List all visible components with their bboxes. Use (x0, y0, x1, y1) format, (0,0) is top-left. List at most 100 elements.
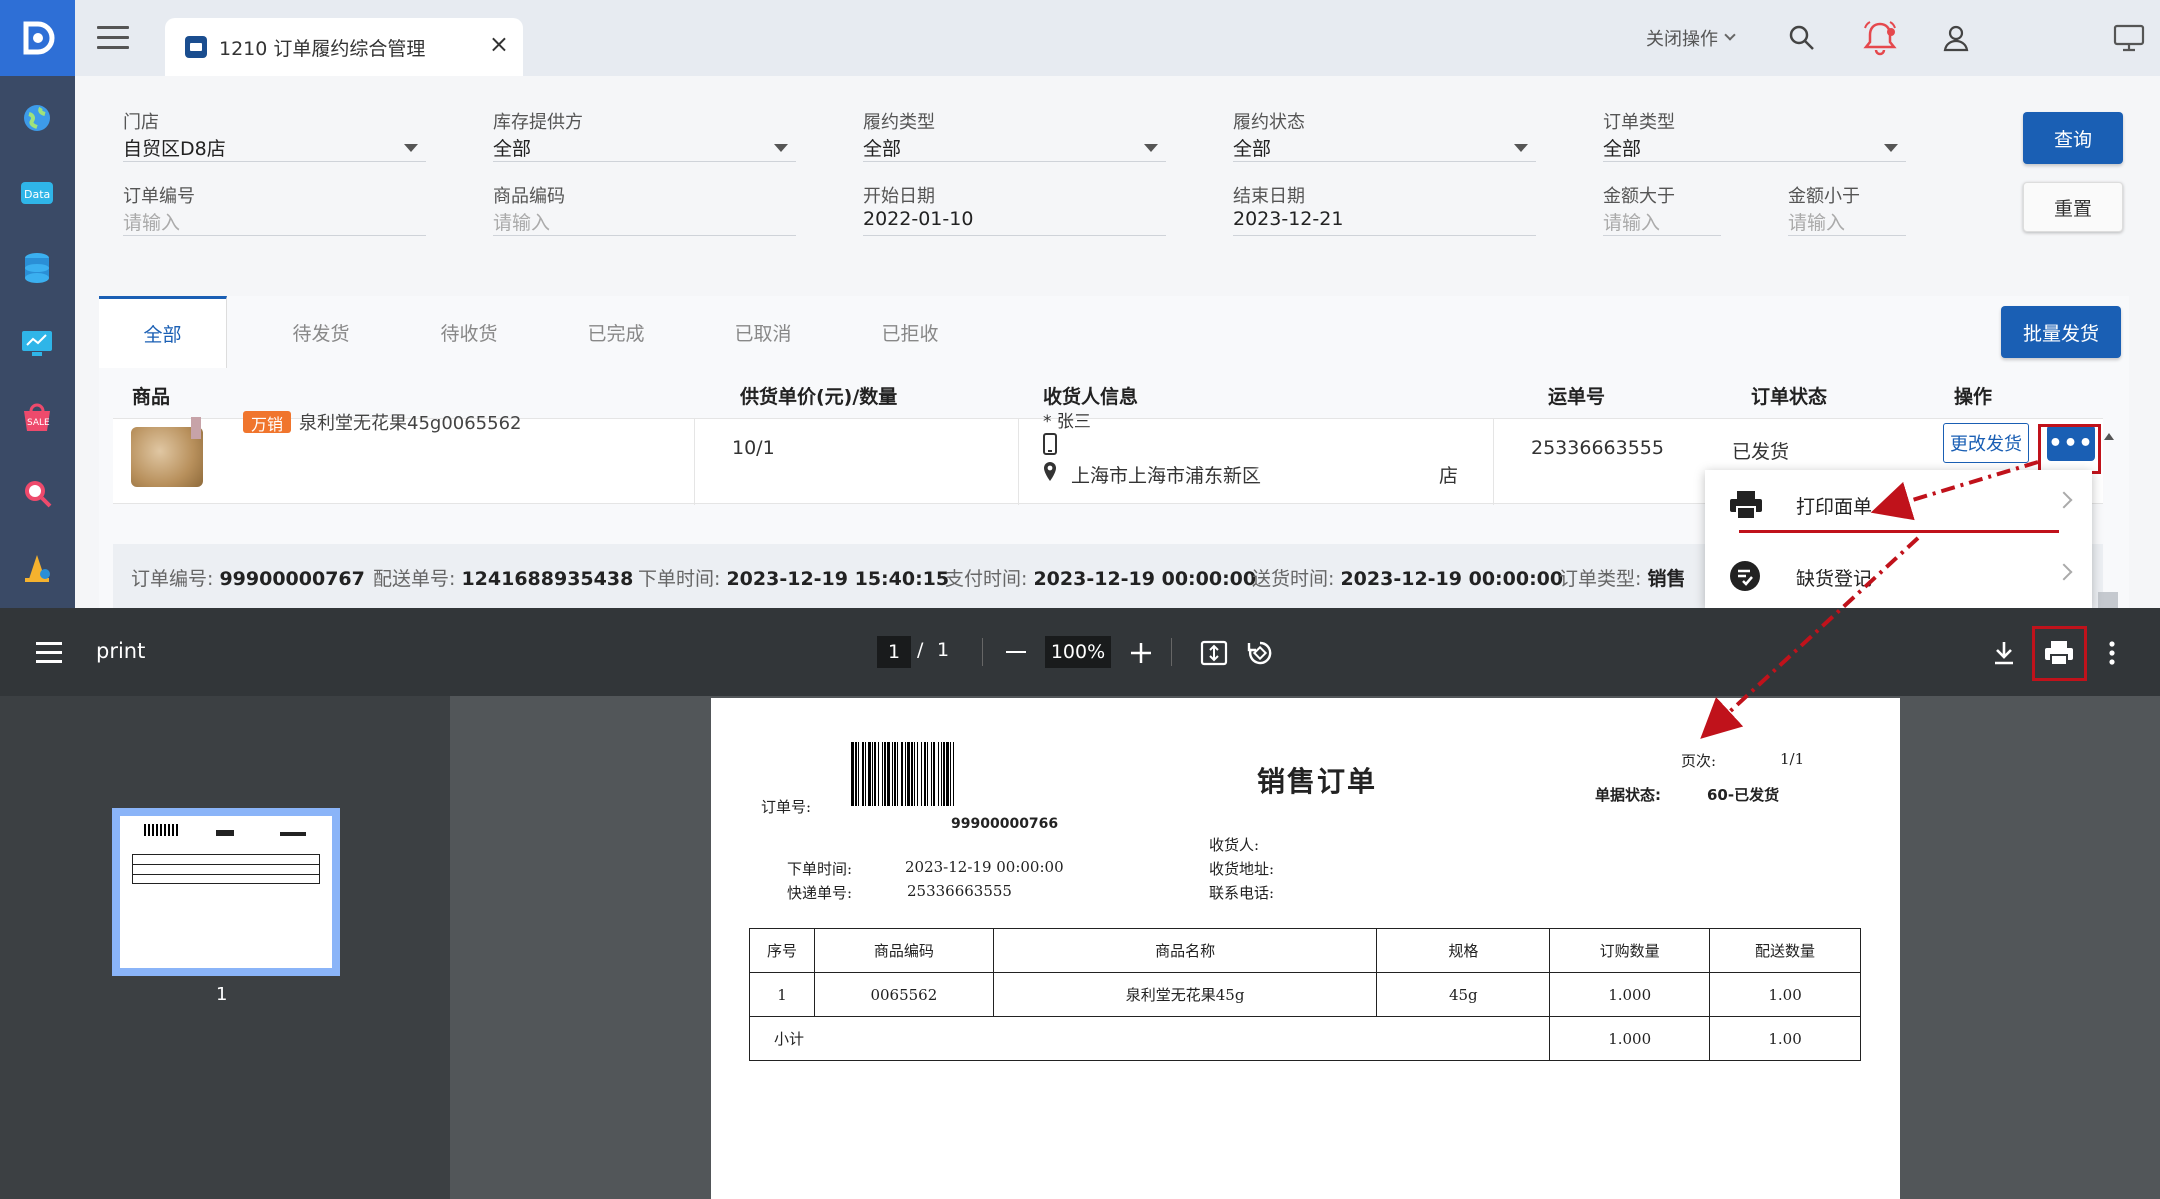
rotate-icon[interactable] (1246, 639, 1274, 667)
order-no-label: 订单编号 (123, 186, 195, 207)
monitor-chart-icon[interactable] (15, 321, 59, 365)
monitor-icon[interactable] (2098, 0, 2160, 76)
change-ship-button[interactable]: 更改发货 (1943, 423, 2029, 463)
amount-lt-field[interactable]: 金额小于 请输入 (1788, 182, 1906, 236)
fit-page-icon[interactable] (1200, 640, 1228, 666)
info-order-type: 销售 (1647, 568, 1686, 590)
table-row: 1 0065562 泉利堂无花果45g 45g 1.000 1.00 (749, 972, 1861, 1017)
col-waybill: 运单号 (1548, 386, 1606, 408)
end-date-label: 结束日期 (1233, 186, 1305, 207)
end-date-field[interactable]: 结束日期 2023-12-21 (1233, 182, 1536, 236)
reset-button[interactable]: 重置 (2023, 182, 2123, 232)
order-type-select[interactable]: 订单类型 全部 (1603, 108, 1906, 162)
amount-gt-label: 金额大于 (1603, 186, 1675, 207)
tab-close-icon[interactable]: × (489, 30, 509, 58)
order-type-value[interactable]: 全部 (1603, 134, 1906, 162)
supplier-select[interactable]: 库存提供方 全部 (493, 108, 796, 162)
more-options-icon[interactable] (2108, 640, 2116, 666)
sku-field[interactable]: 商品编码 请输入 (493, 182, 796, 236)
fulfill-type-label: 履约类型 (863, 112, 935, 133)
end-date-input[interactable]: 2023-12-21 (1233, 208, 1536, 236)
fulfill-status-select[interactable]: 履约状态 全部 (1233, 108, 1536, 162)
phone-icon (1043, 433, 1057, 455)
fulfill-type-select[interactable]: 履约类型 全部 (863, 108, 1166, 162)
tab-order-management[interactable]: 1210 订单履约综合管理 × (165, 18, 523, 76)
info-pay-time: 2023-12-19 00:00:00 (1033, 568, 1257, 590)
thumbnail-page (120, 816, 332, 968)
search-icon[interactable] (1788, 0, 1816, 76)
globe-icon[interactable] (15, 96, 59, 140)
left-nav: Data SALE (0, 0, 75, 608)
zoom-out-icon[interactable] (1006, 651, 1026, 653)
data-icon[interactable]: Data (15, 171, 59, 215)
order-no-field[interactable]: 订单编号 请输入 (123, 182, 426, 236)
query-button[interactable]: 查询 (2023, 112, 2123, 164)
amount-gt-field[interactable]: 金额大于 请输入 (1603, 182, 1721, 236)
viewer-menu-icon[interactable] (36, 642, 62, 663)
supplier-value[interactable]: 全部 (493, 134, 796, 162)
store-value[interactable]: 自贸区D8店 (123, 134, 426, 162)
start-date-input[interactable]: 2022-01-10 (863, 208, 1166, 236)
price-qty: 10/1 (732, 437, 775, 459)
subtotal-order-qty: 1.000 (1549, 1016, 1711, 1061)
supplier-label: 库存提供方 (493, 112, 583, 133)
caret-down-icon (1884, 144, 1898, 152)
page-number-input[interactable]: 1 (877, 636, 911, 668)
fulfill-type-value[interactable]: 全部 (863, 134, 1166, 162)
tab-pending-ship[interactable]: 待发货 (251, 296, 391, 368)
product-tag-image (191, 417, 201, 439)
close-ops-dropdown[interactable]: 关闭操作 (1646, 0, 1736, 76)
menu-icon[interactable] (97, 26, 129, 50)
caret-down-icon (1144, 144, 1158, 152)
menu-item-shortage-text: 缺货登记 (1796, 568, 1873, 590)
filter-form: 门店 自贸区D8店 库存提供方 全部 履约类型 全部 履约状态 全部 订单类型 … (99, 98, 2129, 274)
start-date-field[interactable]: 开始日期 2022-01-10 (863, 182, 1166, 236)
redaction-mark (1258, 457, 1436, 485)
search-report-icon[interactable] (15, 471, 59, 515)
cell-name: 泉利堂无花果45g (992, 972, 1378, 1017)
store-label: 门店 (123, 112, 159, 133)
receiver-label: 收货人: (1209, 836, 1260, 854)
database-icon[interactable] (15, 246, 59, 290)
zoom-level-input[interactable]: 100% (1045, 636, 1111, 668)
app-logo[interactable] (0, 0, 75, 76)
product-name[interactable]: 泉利堂无花果45g0065562 (299, 409, 522, 435)
user-icon[interactable] (1941, 0, 1971, 76)
tab-pending-receive[interactable]: 待收货 (399, 296, 539, 368)
sku-input[interactable]: 请输入 (493, 208, 796, 236)
amount-lt-label: 金额小于 (1788, 186, 1860, 207)
fulfill-status-value[interactable]: 全部 (1233, 134, 1536, 162)
tab-completed[interactable]: 已完成 (546, 296, 686, 368)
order-no-input[interactable]: 请输入 (123, 208, 426, 236)
location-pin-icon (1044, 462, 1056, 481)
tab-rejected[interactable]: 已拒收 (840, 296, 980, 368)
col-ops: 操作 (1954, 386, 1993, 408)
pdf-viewer: print 1 / 1 100% 1 订单号: 99900000766 销售订单… (0, 608, 2160, 1199)
download-icon[interactable] (1992, 640, 2016, 666)
zoom-in-icon[interactable] (1130, 642, 1152, 664)
sale-icon[interactable]: SALE (15, 396, 59, 440)
document-title: 销售订单 (1257, 765, 1378, 798)
order-status: 已发货 (1732, 441, 1790, 463)
info-delivery-no: 1241688935438 (461, 568, 634, 590)
store-select[interactable]: 门店 自贸区D8店 (123, 108, 426, 162)
chevron-down-icon (1724, 29, 1736, 41)
amount-gt-input[interactable]: 请输入 (1603, 208, 1721, 236)
amount-lt-input[interactable]: 请输入 (1788, 208, 1906, 236)
bell-icon[interactable] (1860, 0, 1900, 76)
order-time-value: 2023-12-19 00:00:00 (905, 858, 1064, 876)
page-separator: / (917, 639, 924, 661)
tab-cancelled[interactable]: 已取消 (693, 296, 833, 368)
page-thumbnail[interactable] (112, 808, 340, 976)
cone-icon[interactable] (15, 546, 59, 590)
scrollbar[interactable] (2098, 430, 2118, 608)
subtotal-label: 小计 (748, 1016, 1551, 1061)
waybill-number[interactable]: 25336663555 (1531, 437, 1664, 459)
th-name: 商品名称 (992, 928, 1378, 973)
tab-all[interactable]: 全部 (99, 296, 227, 368)
cell-code: 0065562 (813, 972, 994, 1017)
cell-seq: 1 (749, 972, 815, 1017)
order-app: Data SALE 1210 订单履约综合管理 × 关闭操作 门店 自贸区D8店… (0, 0, 2160, 608)
batch-ship-button[interactable]: 批量发货 (2001, 306, 2121, 358)
menu-item-shortage[interactable]: 缺货登记 (1705, 542, 2092, 608)
